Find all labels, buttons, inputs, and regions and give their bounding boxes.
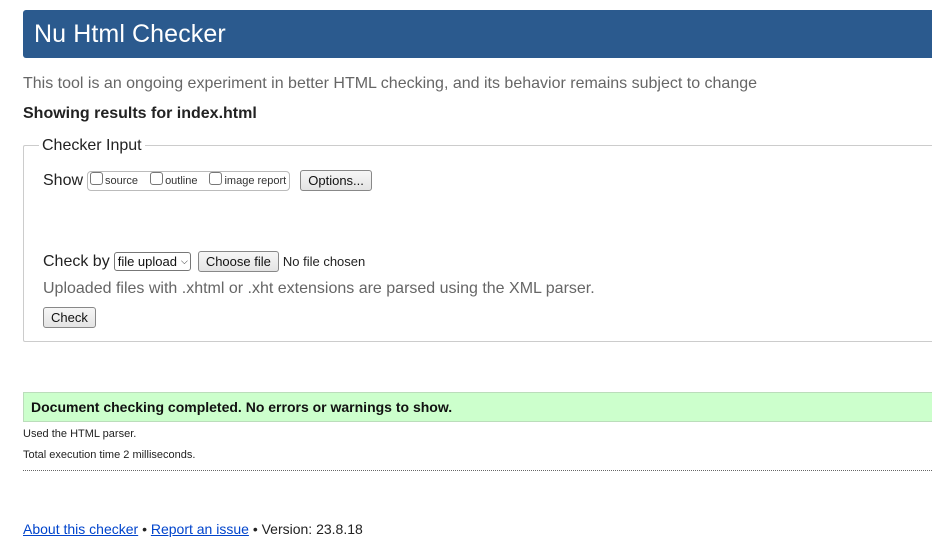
check-by-selected-value: file upload (117, 254, 177, 269)
image-report-label: image report (224, 174, 287, 187)
version-text: Version: 23.8.18 (261, 521, 363, 537)
chevron-down-icon: ⌵ (180, 256, 188, 266)
show-source-option[interactable]: source (90, 172, 139, 187)
report-issue-link[interactable]: Report an issue (151, 521, 249, 537)
options-button[interactable]: Options... (300, 170, 372, 191)
footer-separator-1: • (142, 521, 147, 537)
file-status: No file chosen (282, 254, 366, 269)
success-message: Document checking completed. No errors o… (23, 392, 932, 422)
checker-input-legend: Checker Input (39, 136, 145, 156)
header-bar: Nu Html Checker (23, 10, 932, 58)
source-checkbox[interactable] (90, 172, 104, 185)
show-image-report-option[interactable]: image report (209, 172, 287, 187)
divider (23, 470, 932, 471)
footer: About this checker • Report an issue • V… (23, 521, 363, 537)
about-checker-link[interactable]: About this checker (23, 521, 138, 537)
page: Nu Html Checker This tool is an ongoing … (0, 0, 932, 552)
check-by-label: Check by (43, 252, 110, 270)
choose-file-button[interactable]: Choose file (197, 251, 279, 272)
execution-time: Total execution time 2 milliseconds. (23, 449, 196, 461)
check-button-wrap: Check (43, 307, 96, 328)
tagline: This tool is an ongoing experiment in be… (23, 75, 758, 92)
parser-info: Used the HTML parser. (23, 428, 137, 440)
outline-checkbox[interactable] (150, 172, 164, 185)
show-row: Show source outline image report Options… (43, 170, 372, 191)
image-report-checkbox[interactable] (209, 172, 223, 185)
xml-parser-note: Uploaded files with .xhtml or .xht exten… (43, 280, 595, 297)
outline-label: outline (165, 174, 198, 187)
footer-separator-2: • (252, 521, 258, 537)
results-heading: Showing results for index.html (23, 105, 257, 122)
checker-input-fieldset: Checker Input Show source outline image … (23, 136, 932, 342)
page-title: Nu Html Checker (34, 19, 226, 48)
show-label: Show (43, 171, 84, 189)
check-by-select[interactable]: file upload ⌵ (113, 252, 191, 271)
source-label: source (105, 174, 139, 187)
show-options-group: source outline image report (87, 170, 291, 191)
check-button[interactable]: Check (43, 307, 96, 328)
show-outline-option[interactable]: outline (150, 172, 198, 187)
check-by-row: Check by file upload ⌵ Choose file No fi… (43, 251, 365, 272)
